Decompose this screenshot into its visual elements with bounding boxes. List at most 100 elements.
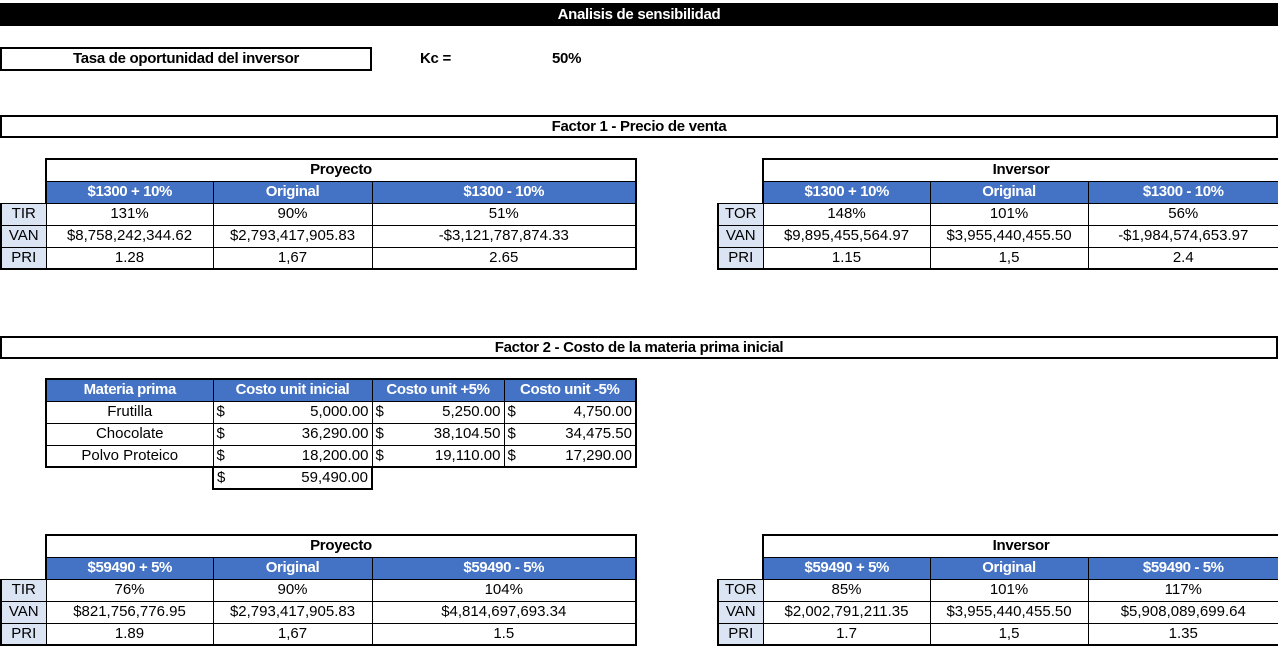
- total-value: 59,490.00: [301, 469, 368, 486]
- value-cell: 51%: [371, 202, 637, 226]
- material-name: Frutilla: [45, 400, 214, 424]
- value-cell: $8,758,242,344.62: [45, 224, 214, 248]
- value-cell: -$1,984,574,653.97: [1087, 224, 1278, 248]
- column-header: Materia prima: [45, 378, 214, 402]
- kc-label: Kc =: [420, 50, 451, 67]
- proyecto-title: Proyecto: [45, 534, 637, 558]
- column-header: Costo unit inicial: [212, 378, 373, 402]
- column-header: Original: [929, 556, 1089, 580]
- value-cell: 1.89: [45, 622, 214, 646]
- cost-value: 5,250.00: [442, 403, 501, 420]
- value-cell: 1.7: [762, 622, 931, 646]
- value-cell: 90%: [212, 578, 373, 602]
- inversor-title: Inversor: [761, 158, 1278, 182]
- sheet-title: Analisis de sensibilidad: [0, 3, 1278, 26]
- value-cell: 1,5: [929, 622, 1089, 646]
- value-cell: 117%: [1087, 578, 1278, 602]
- value-cell: 101%: [929, 202, 1089, 226]
- table-row: Frutilla $5,000.00 $5,250.00 $4,750.00: [45, 400, 637, 424]
- factor2-inversor-table: Inversor $59490 + 5% Original $59490 - 5…: [717, 534, 1278, 646]
- value-cell: 1.15: [762, 246, 931, 270]
- cost-value: 34,475.50: [565, 425, 632, 442]
- column-header: Original: [929, 180, 1089, 204]
- column-header: $1300 - 10%: [1087, 180, 1278, 204]
- value-cell: $821,756,776.95: [45, 600, 214, 624]
- row-label-van: VAN: [717, 224, 764, 248]
- currency-symbol: $: [375, 425, 384, 442]
- column-header: $1300 + 10%: [45, 180, 214, 204]
- table-row: PRI 1.89 1,67 1.5: [0, 622, 637, 646]
- value-cell: 1.5: [371, 622, 637, 646]
- currency-symbol: $: [507, 446, 516, 464]
- row-label-pri: PRI: [717, 622, 764, 646]
- cost-value: 36,290.00: [301, 425, 369, 442]
- row-label-tir: TIR: [0, 578, 47, 602]
- value-cell: 1,67: [212, 622, 373, 646]
- value-cell: $5,908,089,699.64: [1087, 600, 1278, 624]
- cost-value: 38,104.50: [433, 425, 501, 442]
- column-header: $1300 - 10%: [371, 180, 637, 204]
- value-cell: 1.35: [1087, 622, 1278, 646]
- investor-rate-label: Tasa de oportunidad del inversor: [0, 47, 372, 71]
- column-header: $59490 + 5%: [45, 556, 214, 580]
- table-row: PRI 1.15 1,5 2.4: [717, 246, 1278, 270]
- column-header: Costo unit +5%: [371, 378, 505, 402]
- table-row: TIR 131% 90% 51%: [0, 202, 637, 226]
- blank-cell: [1, 181, 46, 203]
- table-row: TOR 85% 101% 117%: [717, 578, 1278, 602]
- column-header: $59490 + 5%: [762, 556, 931, 580]
- table-row: TIR 76% 90% 104%: [0, 578, 637, 602]
- currency-symbol: $: [216, 446, 225, 464]
- blank-cell: [46, 467, 213, 489]
- table-row: VAN $2,002,791,211.35 $3,955,440,455.50 …: [717, 600, 1278, 624]
- cost-value: 17,290.00: [565, 446, 632, 464]
- value-cell: 2.65: [371, 246, 637, 270]
- kc-value: 50%: [552, 50, 582, 67]
- row-label-van: VAN: [0, 224, 47, 248]
- value-cell: 56%: [1087, 202, 1278, 226]
- row-label-tir: TIR: [0, 202, 47, 226]
- row-label-van: VAN: [717, 600, 764, 624]
- table-row: Polvo Proteico $18,200.00 $19,110.00 $17…: [45, 444, 637, 468]
- value-cell: 1.28: [45, 246, 214, 270]
- factor2-proyecto-table: Proyecto $59490 + 5% Original $59490 - 5…: [0, 534, 637, 646]
- column-header: $59490 - 5%: [1087, 556, 1278, 580]
- value-cell: 104%: [371, 578, 637, 602]
- column-header: $59490 - 5%: [371, 556, 637, 580]
- blank-cell: [372, 467, 504, 489]
- table-row: VAN $9,895,455,564.97 $3,955,440,455.50 …: [717, 224, 1278, 248]
- table-row: TOR 148% 101% 56%: [717, 202, 1278, 226]
- proyecto-title: Proyecto: [45, 158, 637, 182]
- column-header: Original: [212, 180, 373, 204]
- column-header: Costo unit -5%: [503, 378, 637, 402]
- blank-cell: [1, 557, 46, 579]
- table-row: Chocolate $36,290.00 $38,104.50 $34,475.…: [45, 422, 637, 446]
- value-cell: 148%: [762, 202, 931, 226]
- currency-symbol: $: [507, 425, 516, 442]
- value-cell: $2,793,417,905.83: [212, 224, 373, 248]
- factor1-title: Factor 1 - Precio de venta: [0, 115, 1278, 138]
- column-header: Original: [212, 556, 373, 580]
- factor2-title: Factor 2 - Costo de la materia prima ini…: [0, 336, 1278, 359]
- inversor-title: Inversor: [761, 534, 1278, 558]
- factor1-inversor-table: Inversor $1300 + 10% Original $1300 - 10…: [717, 158, 1278, 270]
- cost-value: 19,110.00: [434, 446, 501, 464]
- currency-symbol: $: [216, 425, 225, 442]
- table-row: VAN $821,756,776.95 $2,793,417,905.83 $4…: [0, 600, 637, 624]
- blank-cell: [1, 159, 46, 181]
- value-cell: 1,5: [929, 246, 1089, 270]
- blank-cell: [718, 159, 763, 181]
- value-cell: 76%: [45, 578, 214, 602]
- table-row: PRI 1.28 1,67 2.65: [0, 246, 637, 270]
- value-cell: 90%: [212, 202, 373, 226]
- value-cell: 1,67: [212, 246, 373, 270]
- blank-cell: [504, 467, 636, 489]
- row-label-van: VAN: [0, 600, 47, 624]
- materials-table: Materia prima Costo unit inicial Costo u…: [45, 378, 637, 490]
- currency-symbol: $: [216, 403, 225, 420]
- currency-symbol: $: [217, 469, 226, 486]
- row-label-pri: PRI: [717, 246, 764, 270]
- table-row: VAN $8,758,242,344.62 $2,793,417,905.83 …: [0, 224, 637, 248]
- value-cell: 85%: [762, 578, 931, 602]
- value-cell: 101%: [929, 578, 1089, 602]
